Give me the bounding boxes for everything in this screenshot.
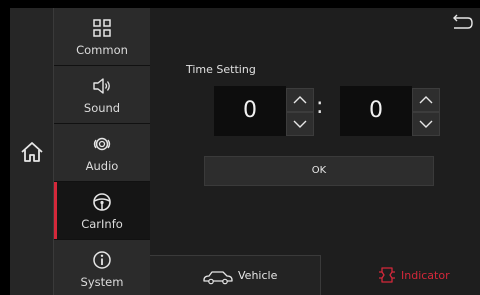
- indicator-icon: [379, 267, 395, 283]
- steering-wheel-icon: [93, 193, 111, 211]
- minutes-value: 0: [340, 86, 412, 136]
- back-button[interactable]: [450, 14, 474, 32]
- menu-item-label: Common: [76, 43, 128, 57]
- minutes-down-button[interactable]: [412, 112, 440, 136]
- menu-item-common[interactable]: Common: [54, 8, 150, 66]
- tab-vehicle-label: Vehicle: [238, 269, 278, 282]
- tab-vehicle[interactable]: Vehicle: [150, 255, 321, 295]
- menu-item-label: Sound: [83, 101, 121, 115]
- tab-indicator[interactable]: Indicator: [321, 255, 480, 295]
- back-arrow-icon: [453, 14, 473, 29]
- chevron-up-icon: [293, 96, 307, 104]
- hours-value: 0: [214, 86, 286, 136]
- menu-item-carinfo[interactable]: CarInfo: [54, 182, 150, 240]
- chevron-up-icon: [419, 96, 433, 104]
- menu-item-system[interactable]: System: [54, 240, 150, 295]
- menu-item-label: Audio: [85, 159, 119, 173]
- info-icon: [93, 251, 111, 269]
- home-button[interactable]: [18, 138, 46, 166]
- chevron-down-icon: [419, 120, 433, 128]
- car-icon: [203, 271, 233, 285]
- menu-item-label: System: [80, 275, 124, 289]
- ok-button[interactable]: OK: [204, 156, 434, 186]
- hours-up-button[interactable]: [286, 88, 314, 112]
- time-setting-label: Time Setting: [186, 63, 256, 76]
- menu-item-label: CarInfo: [81, 217, 123, 231]
- menu-item-sound[interactable]: Sound: [54, 66, 150, 124]
- audio-icon: [93, 137, 111, 151]
- grid-icon: [93, 19, 111, 37]
- screen: Common Sound Audio CarInfo System Time S…: [10, 8, 480, 295]
- time-separator: :: [316, 94, 324, 119]
- hours-down-button[interactable]: [286, 112, 314, 136]
- chevron-down-icon: [293, 120, 307, 128]
- minutes-up-button[interactable]: [412, 88, 440, 112]
- main-panel: Time Setting 0 : 0 OK Vehicle Indicator: [150, 8, 480, 295]
- home-rail: [10, 8, 54, 295]
- tab-indicator-label: Indicator: [401, 269, 450, 282]
- speaker-icon: [93, 78, 110, 94]
- category-menu: Common Sound Audio CarInfo System: [54, 8, 150, 295]
- home-icon: [21, 142, 43, 162]
- menu-item-audio[interactable]: Audio: [54, 124, 150, 182]
